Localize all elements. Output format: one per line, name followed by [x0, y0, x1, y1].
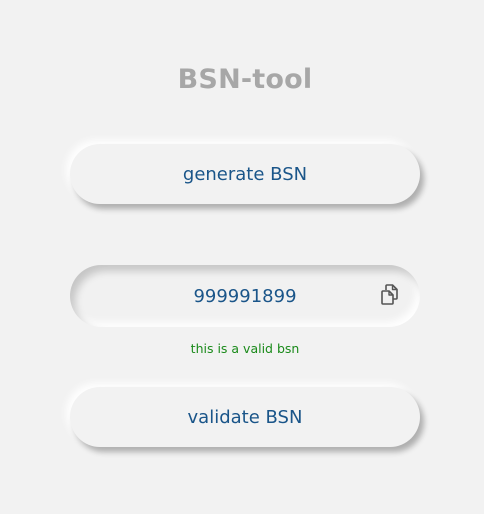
page: BSN-tool generate BSN this is a valid bs…	[0, 0, 484, 514]
bsn-field	[70, 265, 420, 327]
validation-message: this is a valid bsn	[190, 341, 300, 356]
validate-bsn-button[interactable]: validate BSN	[70, 387, 420, 447]
page-title: BSN-tool	[177, 64, 313, 95]
bsn-input[interactable]	[110, 265, 380, 327]
copy-icon[interactable]	[380, 284, 400, 306]
generate-bsn-button[interactable]: generate BSN	[70, 144, 420, 204]
